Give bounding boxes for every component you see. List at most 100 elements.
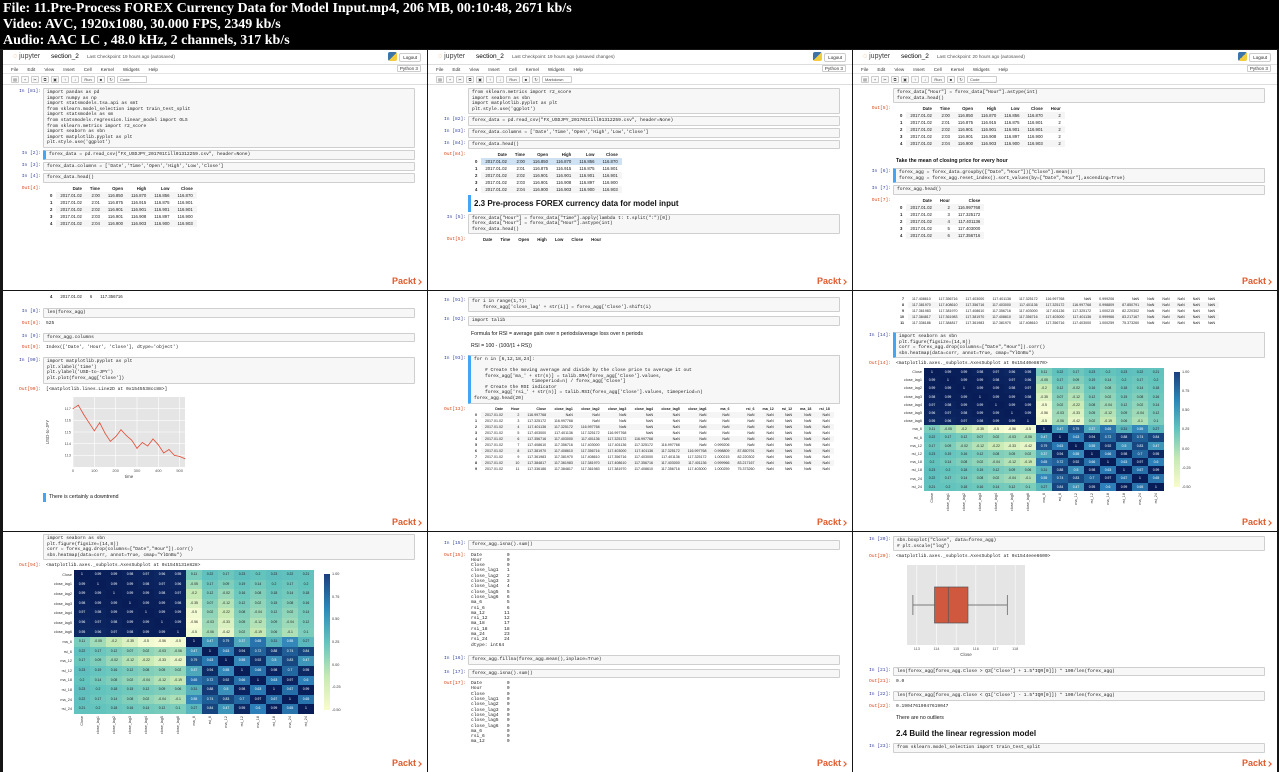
menu-item[interactable]: Help bbox=[574, 67, 583, 72]
code-input[interactable]: forex_data["Hour"] = forex_data["Hour"].… bbox=[893, 88, 1265, 104]
menu-item[interactable]: Help bbox=[999, 67, 1008, 72]
stop-icon[interactable]: ■ bbox=[97, 75, 105, 83]
save-icon[interactable]: ▤ bbox=[436, 75, 444, 83]
menu-item[interactable]: Widgets bbox=[973, 67, 990, 72]
code-cell[interactable]: In [23]: from sklearn.model_selection imp… bbox=[869, 743, 1265, 754]
logout-button[interactable]: Logout bbox=[399, 53, 421, 62]
notebook-title[interactable]: section_2 bbox=[476, 53, 504, 60]
code-input[interactable]: import pandas as pd import numpy as np i… bbox=[43, 88, 415, 148]
menu-item[interactable]: Edit bbox=[877, 67, 885, 72]
move-up-icon[interactable]: ↑ bbox=[486, 75, 494, 83]
stop-icon[interactable]: ■ bbox=[522, 75, 530, 83]
jupyter-logo[interactable]: ◌ jupyter bbox=[863, 53, 890, 60]
code-input[interactable]: forex_agg.isna().sum() bbox=[468, 540, 840, 550]
code-input[interactable]: forex_data = pd.read_csv("FX_USDJPY_2017… bbox=[43, 149, 415, 160]
code-input[interactable]: for i in range(1,7): forex_agg['close_la… bbox=[468, 297, 840, 313]
code-cell[interactable]: In [22]: len(forex_agg[forex_agg.Close < … bbox=[869, 691, 1265, 701]
restart-icon[interactable]: ↻ bbox=[532, 75, 540, 83]
code-input[interactable]: forex_data["Hour"] = forex_data["Time"].… bbox=[468, 213, 840, 235]
markdown-cell[interactable]: Take the mean of closing price for every… bbox=[893, 157, 1265, 166]
code-input[interactable]: import matplotlib.pyplot as plt plt.xlab… bbox=[43, 357, 415, 384]
run-button[interactable]: Run bbox=[506, 75, 520, 83]
cell-type-select[interactable]: Markdown bbox=[542, 75, 572, 83]
logout-button[interactable]: Logout bbox=[1249, 53, 1271, 62]
markdown-cell[interactable]: Formula for RSI = average gain over n pe… bbox=[468, 330, 840, 351]
copy-icon[interactable]: ⧉ bbox=[891, 75, 899, 83]
code-cell[interactable]: from sklearn.metrics import r2_score imp… bbox=[468, 88, 840, 115]
menu-item[interactable]: Widgets bbox=[123, 67, 140, 72]
menu-item[interactable]: View bbox=[44, 67, 54, 72]
code-input[interactable]: forex_data.head() bbox=[43, 173, 415, 183]
code-cell[interactable]: In [90]: import matplotlib.pyplot as plt … bbox=[19, 357, 415, 384]
markdown-cell[interactable]: There is certainly a downtrend bbox=[43, 493, 415, 502]
move-up-icon[interactable]: ↑ bbox=[911, 75, 919, 83]
code-cell[interactable]: In [21]: len(forex_agg[forex_agg.Close > … bbox=[869, 666, 1265, 677]
menu-item[interactable]: Widgets bbox=[548, 67, 565, 72]
code-input[interactable]: import talib bbox=[468, 316, 840, 326]
add-cell-icon[interactable]: + bbox=[871, 75, 879, 83]
markdown-cell[interactable]: There are no outliers bbox=[893, 714, 1265, 723]
move-down-icon[interactable]: ↓ bbox=[71, 75, 79, 83]
move-up-icon[interactable]: ↑ bbox=[61, 75, 69, 83]
menu-item[interactable]: View bbox=[469, 67, 479, 72]
code-input[interactable]: import seaborn as sbn plt.figure(figsize… bbox=[43, 534, 415, 561]
jupyter-logo[interactable]: ◌ jupyter bbox=[438, 53, 465, 60]
code-input[interactable]: forex_agg.head() bbox=[893, 185, 1265, 195]
menu-item[interactable]: Insert bbox=[488, 67, 500, 72]
code-input[interactable]: from sklearn.model_selection import trai… bbox=[893, 743, 1265, 754]
notebook-title[interactable]: section_2 bbox=[901, 53, 929, 60]
menu-item[interactable]: Kernel bbox=[951, 67, 964, 72]
logout-button[interactable]: Logout bbox=[824, 53, 846, 62]
jupyter-logo[interactable]: ◌ jupyter bbox=[13, 53, 40, 60]
cell-type-select[interactable]: Code bbox=[117, 75, 147, 83]
code-input[interactable]: import seaborn as sbn plt.figure(figsize… bbox=[893, 332, 1265, 359]
code-input[interactable]: forex_agg = forex_data.groupby(["Date","… bbox=[893, 168, 1265, 184]
paste-icon[interactable]: ▣ bbox=[51, 75, 59, 83]
code-cell[interactable]: In [14]: import seaborn as sbn plt.figure… bbox=[869, 332, 1265, 359]
code-input[interactable]: forex_data.columns = ['Date','Time','Ope… bbox=[43, 161, 415, 172]
code-cell[interactable]: In [6]: forex_agg = forex_data.groupby(["… bbox=[872, 168, 1265, 184]
menu-item[interactable]: Edit bbox=[452, 67, 460, 72]
copy-icon[interactable]: ⧉ bbox=[41, 75, 49, 83]
code-input[interactable]: forex_agg.isna().sum() bbox=[468, 668, 840, 679]
menu-item[interactable]: File bbox=[11, 67, 18, 72]
markdown-cell[interactable]: 2.3 Pre-process FOREX currency data for … bbox=[468, 195, 840, 212]
code-input[interactable]: for n in [6,12,18,24]: # Create the movi… bbox=[468, 354, 840, 404]
save-icon[interactable]: ▤ bbox=[861, 75, 869, 83]
code-cell[interactable]: In [84]: forex_data.head() bbox=[444, 139, 840, 150]
add-cell-icon[interactable]: + bbox=[446, 75, 454, 83]
stop-icon[interactable]: ■ bbox=[947, 75, 955, 83]
code-cell[interactable]: In [15]: forex_agg.isna().sum() bbox=[444, 540, 840, 550]
code-cell[interactable]: forex_data["Hour"] = forex_data["Hour"].… bbox=[893, 88, 1265, 104]
code-input[interactable]: len(forex_agg[forex_agg.Close < Q1['Clos… bbox=[893, 691, 1265, 701]
code-input[interactable]: forex_agg.fillna(forex_agg.mean(),inplac… bbox=[468, 654, 840, 665]
menu-item[interactable]: File bbox=[436, 67, 443, 72]
menu-item[interactable]: Insert bbox=[913, 67, 925, 72]
save-icon[interactable]: ▤ bbox=[11, 75, 19, 83]
menu-item[interactable]: Help bbox=[149, 67, 158, 72]
code-cell[interactable]: In [92]: import talib bbox=[444, 316, 840, 326]
code-cell[interactable]: In [2]: forex_data = pd.read_csv("FX_USDJ… bbox=[22, 149, 415, 160]
code-cell[interactable]: In [82]: forex_data = pd.read_csv("FX_USD… bbox=[444, 116, 840, 126]
code-input[interactable]: len(forex_agg) bbox=[43, 308, 415, 318]
code-cell[interactable]: In [93]: for n in [6,12,18,24]: # Create … bbox=[444, 354, 840, 404]
move-down-icon[interactable]: ↓ bbox=[921, 75, 929, 83]
cut-icon[interactable]: ✂ bbox=[456, 75, 464, 83]
code-input[interactable]: from sklearn.metrics import r2_score imp… bbox=[468, 88, 840, 115]
code-cell[interactable]: In [20]: sbn.boxplot("Close", data=forex_… bbox=[869, 536, 1265, 552]
cut-icon[interactable]: ✂ bbox=[31, 75, 39, 83]
add-cell-icon[interactable]: + bbox=[21, 75, 29, 83]
restart-icon[interactable]: ↻ bbox=[957, 75, 965, 83]
menu-item[interactable]: Cell bbox=[84, 67, 92, 72]
code-input[interactable]: forex_data = pd.read_csv("FX_USDJPY_2017… bbox=[468, 116, 840, 126]
cell-type-select[interactable]: Code bbox=[967, 75, 997, 83]
notebook-title[interactable]: section_2 bbox=[51, 53, 79, 60]
code-cell[interactable]: import seaborn as sbn plt.figure(figsize… bbox=[43, 534, 415, 561]
menu-item[interactable]: Kernel bbox=[526, 67, 539, 72]
run-button[interactable]: Run bbox=[931, 75, 945, 83]
code-cell[interactable]: In [16]: forex_agg.fillna(forex_agg.mean(… bbox=[444, 654, 840, 665]
menu-item[interactable]: Edit bbox=[27, 67, 35, 72]
markdown-cell[interactable]: 2.4 Build the linear regression model bbox=[893, 725, 1265, 742]
code-cell[interactable]: In [8]: len(forex_agg) bbox=[22, 308, 415, 318]
restart-icon[interactable]: ↻ bbox=[107, 75, 115, 83]
